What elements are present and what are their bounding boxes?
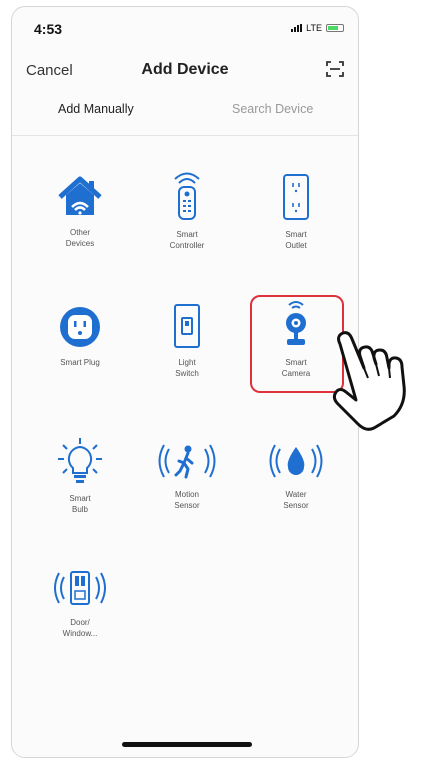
device-label: Smart Outlet [285, 230, 307, 250]
device-label: Smart Controller [169, 230, 205, 250]
scan-icon[interactable] [324, 58, 346, 80]
device-light-switch[interactable]: Light Switch [137, 303, 237, 379]
nav-header: Cancel Add Device [12, 55, 358, 85]
device-smart-plug[interactable]: Smart Plug [30, 305, 130, 368]
device-smart-outlet[interactable]: Smart Outlet [246, 173, 346, 251]
device-water-sensor[interactable]: Water Sensor [246, 441, 346, 511]
battery-icon [326, 24, 344, 32]
device-label: Motion Sensor [174, 490, 200, 510]
device-label: Door/ Window... [62, 618, 98, 638]
bulb-icon [58, 438, 102, 483]
motion-sensor-icon [158, 444, 216, 479]
signal-icon [291, 24, 303, 32]
device-label: Light Switch [175, 358, 199, 378]
device-label: Water Sensor [283, 490, 309, 510]
device-label: Other Devices [65, 228, 95, 248]
tab-add-manually[interactable]: Add Manually [58, 102, 134, 116]
page-title: Add Device [141, 61, 229, 78]
network-type: LTE [306, 23, 322, 33]
tab-search-device[interactable]: Search Device [232, 102, 313, 116]
outlet-icon [283, 174, 309, 220]
door-window-sensor-icon [54, 571, 106, 605]
status-time: 4:53 [34, 21, 63, 37]
device-door-window[interactable]: Door/ Window... [30, 567, 130, 639]
status-indicators: LTE [291, 23, 344, 33]
water-sensor-icon [269, 444, 323, 478]
tab-bar: Add Manually Search Device [12, 95, 358, 136]
device-smart-bulb[interactable]: Smart Bulb [30, 437, 130, 515]
plug-icon [60, 307, 100, 347]
light-switch-icon [174, 304, 200, 348]
home-indicator [122, 742, 252, 747]
device-motion-sensor[interactable]: Motion Sensor [137, 441, 237, 511]
device-smart-controller[interactable]: Smart Controller [137, 169, 237, 251]
status-bar: 4:53 LTE [12, 7, 358, 47]
pointing-hand-icon [332, 331, 406, 431]
phone-screen: 4:53 LTE Cancel Add Device Add Manually … [11, 6, 359, 758]
device-other-devices[interactable]: Other Devices [30, 175, 130, 249]
home-icon [58, 176, 102, 215]
device-label: Smart Plug [60, 358, 100, 367]
remote-icon [174, 172, 200, 220]
device-label: Smart Bulb [69, 494, 91, 514]
